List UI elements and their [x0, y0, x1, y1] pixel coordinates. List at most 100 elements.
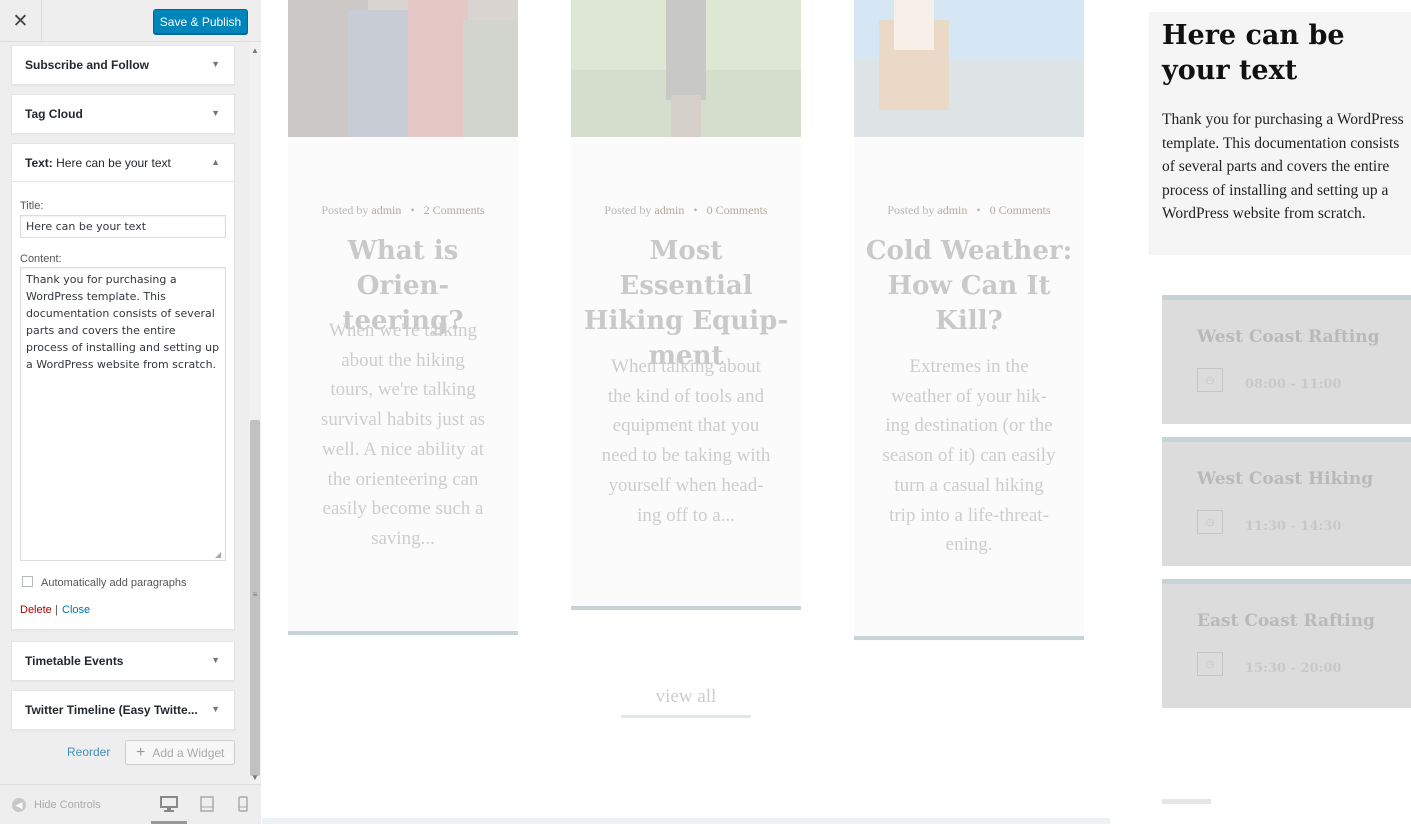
- clock-icon: ◷: [1197, 368, 1223, 392]
- excerpt-line: well. A nice ability at: [322, 438, 484, 460]
- post-bottom-border: [288, 631, 518, 635]
- post-author-link[interactable]: admin: [654, 203, 684, 217]
- hide-controls-button[interactable]: ◀ Hide Controls: [12, 798, 101, 812]
- save-publish-button[interactable]: Save & Publish: [153, 9, 248, 34]
- chevron-down-icon[interactable]: ▼: [211, 704, 220, 714]
- widget-body-text: Thank you for purchasing a WordPress tem…: [1162, 111, 1404, 223]
- sidebar-scrollbar[interactable]: ▲ ≡ ▼: [249, 42, 261, 784]
- excerpt-line: ing off to a...: [637, 504, 735, 526]
- widget-title-bar[interactable]: Timetable Events ▼: [12, 642, 234, 680]
- event-time: 15:30 - 20:00: [1245, 661, 1342, 676]
- event-title[interactable]: West Coast Hiking: [1197, 469, 1373, 489]
- post-thumbnail-image[interactable]: [288, 0, 518, 137]
- chevron-down-icon[interactable]: ▼: [211, 655, 220, 665]
- customizer-footer: ◀ Hide Controls: [0, 784, 261, 824]
- widget-text-expanded: Text: Here can be your text ▲ Title: Con…: [11, 143, 235, 630]
- add-widget-label: Add a Widget: [152, 745, 225, 760]
- event-title[interactable]: West Coast Rafting: [1197, 327, 1380, 347]
- post-card[interactable]: Posted by admin • 0 Comments Cold Weathe…: [854, 0, 1084, 641]
- timetable-footer-bar: [1162, 799, 1211, 804]
- post-meta: Posted by admin • 0 Comments: [571, 203, 801, 218]
- post-excerpt: Extremes in the weather of your hik- ing…: [876, 352, 1062, 560]
- excerpt-line: saving...: [371, 527, 435, 549]
- widget-label: Subscribe and Follow: [25, 58, 150, 72]
- event-title[interactable]: East Coast Rafting: [1197, 611, 1375, 631]
- excerpt-line: ing destination (or the: [885, 415, 1053, 437]
- plus-icon: +: [136, 743, 146, 761]
- post-card[interactable]: Posted by admin • 0 Comments Most Essent…: [571, 0, 801, 611]
- excerpt-line: the kind of tools and: [607, 385, 765, 407]
- widget-label: Timetable Events: [25, 654, 124, 668]
- event-card[interactable]: West Coast Rafting ◷ 08:00 - 11:00: [1162, 295, 1411, 424]
- post-thumbnail-image[interactable]: [571, 0, 801, 137]
- post-excerpt: When we're talking about the hiking tour…: [310, 316, 496, 554]
- excerpt-line: trip into a life-threat-: [889, 504, 1049, 526]
- widget-subscribe-follow[interactable]: Subscribe and Follow ▼: [11, 45, 235, 85]
- widget-title-bar[interactable]: Subscribe and Follow ▼: [12, 46, 234, 84]
- title-line: Most Essential: [619, 236, 753, 301]
- post-author-link[interactable]: admin: [371, 203, 401, 217]
- excerpt-line: easily become such a: [322, 498, 484, 520]
- event-card[interactable]: East Coast Rafting ◷ 15:30 - 20:00: [1162, 579, 1411, 708]
- close-customizer-button[interactable]: ✕: [0, 0, 42, 42]
- excerpt-line: yourself when head-: [608, 474, 764, 496]
- desktop-preview-icon[interactable]: [151, 795, 187, 824]
- title-line: Kill?: [935, 306, 1003, 336]
- scroll-down-arrow-icon[interactable]: ▼: [251, 773, 259, 782]
- event-card[interactable]: West Coast Hiking ◷ 11:30 - 14:30: [1162, 437, 1411, 566]
- mobile-preview-icon[interactable]: [233, 795, 253, 813]
- customizer-header: ✕ Save & Publish: [0, 0, 261, 42]
- grip-icon: ≡: [252, 590, 258, 599]
- excerpt-line: about the hiking: [341, 349, 465, 371]
- text-widget-preview: Here can be your text Thank you for purc…: [1149, 12, 1411, 255]
- post-comments-link[interactable]: 2 Comments: [424, 203, 485, 217]
- post-comments-link[interactable]: 0 Comments: [707, 203, 768, 217]
- link-separator: |: [55, 604, 58, 616]
- post-excerpt: When talking about the kind of tools and…: [593, 352, 779, 530]
- title-field-label: Title:: [20, 200, 44, 212]
- title-line: How Can It: [887, 271, 1051, 301]
- widget-twitter-timeline[interactable]: Twitter Timeline (Easy Twitte... ▼: [11, 690, 235, 730]
- title-input[interactable]: [20, 215, 226, 238]
- auto-paragraphs-checkbox[interactable]: [22, 576, 33, 587]
- chevron-down-icon[interactable]: ▼: [211, 108, 220, 118]
- post-comments-link[interactable]: 0 Comments: [990, 203, 1051, 217]
- hide-controls-label: Hide Controls: [34, 799, 101, 811]
- post-thumbnail-image[interactable]: [854, 0, 1084, 137]
- excerpt-line: season of it) can easily: [882, 445, 1056, 467]
- scroll-up-arrow-icon[interactable]: ▲: [251, 46, 259, 55]
- close-widget-link[interactable]: Close: [62, 604, 90, 616]
- event-time: 11:30 - 14:30: [1245, 519, 1342, 534]
- widget-title-bar[interactable]: Text: Here can be your text ▲: [12, 144, 234, 182]
- post-author-link[interactable]: admin: [937, 203, 967, 217]
- view-all-button[interactable]: view all: [621, 678, 751, 718]
- post-card[interactable]: Posted by admin • 2 Comments What is Ori…: [288, 0, 518, 636]
- add-widget-button[interactable]: + Add a Widget: [125, 740, 235, 765]
- resize-handle-icon[interactable]: ◢: [215, 550, 221, 559]
- widget-title-bar[interactable]: Tag Cloud ▼: [12, 95, 234, 133]
- widget-tag-cloud[interactable]: Tag Cloud ▼: [11, 94, 235, 134]
- collapse-arrow-icon: ◀: [12, 798, 26, 812]
- post-bottom-border: [571, 606, 801, 610]
- tablet-preview-icon[interactable]: [197, 795, 217, 813]
- content-textarea[interactable]: Thank you for purchasing a WordPress tem…: [20, 267, 226, 561]
- post-meta: Posted by admin • 2 Comments: [288, 203, 518, 218]
- post-title[interactable]: Cold Weather: How Can It Kill?: [864, 234, 1074, 339]
- post-meta: Posted by admin • 0 Comments: [854, 203, 1084, 218]
- delete-widget-link[interactable]: Delete: [20, 604, 52, 616]
- meta-dot: •: [410, 203, 415, 217]
- widget-timetable-events[interactable]: Timetable Events ▼: [11, 641, 235, 681]
- reorder-link[interactable]: Reorder: [67, 745, 110, 759]
- site-preview: Posted by admin • 2 Comments What is Ori…: [262, 0, 1411, 824]
- excerpt-line: the orienteering can: [327, 468, 479, 490]
- title-line: What is Orien-: [347, 236, 459, 301]
- chevron-down-icon[interactable]: ▼: [211, 59, 220, 69]
- auto-paragraphs-label: Automatically add paragraphs: [41, 577, 187, 589]
- scrollbar-thumb[interactable]: ≡: [250, 420, 260, 776]
- customizer-sidebar: ✕ Save & Publish Subscribe and Follow ▼ …: [0, 0, 261, 824]
- title-line: Hiking Equip-: [583, 306, 789, 336]
- chevron-up-icon[interactable]: ▲: [211, 157, 220, 167]
- widget-title-bar[interactable]: Twitter Timeline (Easy Twitte... ▼: [12, 691, 234, 729]
- excerpt-line: turn a casual hiking: [894, 474, 1044, 496]
- event-time: 08:00 - 11:00: [1245, 377, 1342, 392]
